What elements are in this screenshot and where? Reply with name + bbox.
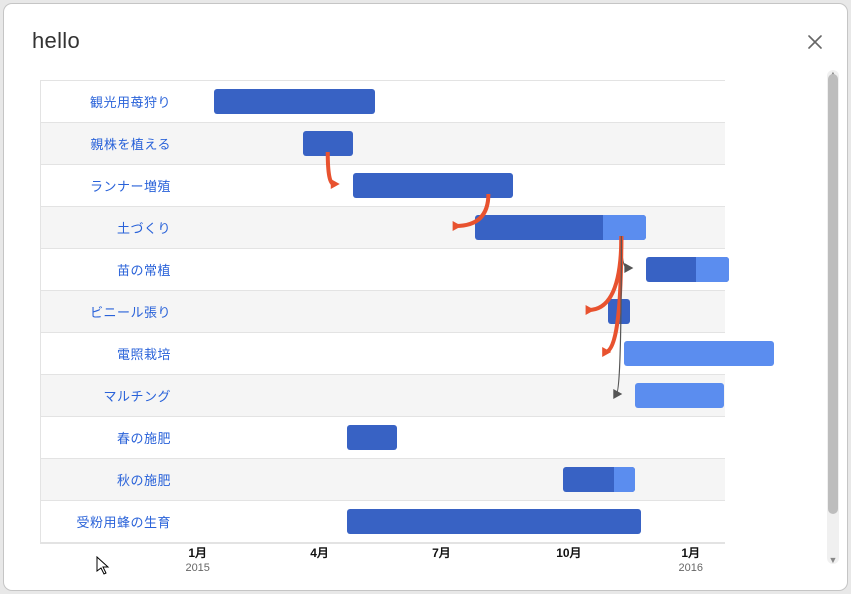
task-bar[interactable] bbox=[624, 341, 774, 366]
dialog-title: hello bbox=[32, 28, 80, 54]
chart-scroll-area[interactable]: 観光用苺狩り親株を植えるランナー増殖土づくり苗の常植ビニール張り電照栽培マルチン… bbox=[28, 70, 823, 576]
task-bar-area bbox=[181, 459, 725, 500]
task-bar[interactable] bbox=[214, 89, 375, 114]
time-axis: 1月2015 4月 7月 10月 1月2016 bbox=[170, 544, 724, 576]
dialog-frame: hello 観光用苺狩り親株を植えるランナー増殖土づくり苗の常植ビニール張り電照… bbox=[4, 4, 847, 590]
scrollbar[interactable]: ▲ ▼ bbox=[827, 70, 839, 564]
task-bar-area bbox=[181, 291, 725, 332]
gantt-row: 受粉用蜂の生育 bbox=[41, 501, 725, 543]
task-bar[interactable] bbox=[635, 383, 724, 408]
gantt-chart: 観光用苺狩り親株を植えるランナー増殖土づくり苗の常植ビニール張り電照栽培マルチン… bbox=[40, 80, 725, 544]
task-bar[interactable] bbox=[353, 173, 514, 198]
task-bar-remaining bbox=[696, 257, 729, 282]
task-bar-area bbox=[181, 249, 725, 290]
task-bar-remaining bbox=[614, 467, 636, 492]
gantt-row: 観光用苺狩り bbox=[41, 81, 725, 123]
task-bar[interactable] bbox=[347, 425, 397, 450]
gantt-row: 親株を植える bbox=[41, 123, 725, 165]
dialog-header: hello bbox=[4, 4, 847, 60]
task-bar-area bbox=[181, 165, 725, 206]
close-icon bbox=[808, 35, 822, 49]
task-bar-area bbox=[181, 81, 725, 122]
task-label[interactable]: 親株を植える bbox=[41, 123, 181, 164]
task-label[interactable]: 春の施肥 bbox=[41, 417, 181, 458]
task-label[interactable]: 観光用苺狩り bbox=[41, 81, 181, 122]
close-button[interactable] bbox=[801, 28, 829, 56]
task-label[interactable]: ビニール張り bbox=[41, 291, 181, 332]
task-bar[interactable] bbox=[646, 257, 729, 282]
gantt-row: ランナー増殖 bbox=[41, 165, 725, 207]
task-bar-area bbox=[181, 333, 725, 374]
task-bar[interactable] bbox=[347, 509, 641, 534]
task-bar[interactable] bbox=[608, 299, 630, 324]
gantt-row: 土づくり bbox=[41, 207, 725, 249]
task-bar-area bbox=[181, 123, 725, 164]
gantt-row: ビニール張り bbox=[41, 291, 725, 333]
task-bar[interactable] bbox=[563, 467, 635, 492]
task-bar-area bbox=[181, 375, 725, 416]
task-label[interactable]: 秋の施肥 bbox=[41, 459, 181, 500]
gantt-row: 秋の施肥 bbox=[41, 459, 725, 501]
task-bar[interactable] bbox=[475, 215, 647, 240]
task-bar-remaining bbox=[603, 215, 646, 240]
gantt-row: マルチング bbox=[41, 375, 725, 417]
task-label[interactable]: 受粉用蜂の生育 bbox=[41, 501, 181, 542]
scroll-down-icon[interactable]: ▼ bbox=[827, 554, 839, 566]
axis-tick: 10月 bbox=[556, 544, 581, 561]
axis-tick: 4月 bbox=[310, 544, 329, 561]
axis-tick: 1月2015 bbox=[185, 544, 209, 574]
axis-tick: 7月 bbox=[432, 544, 451, 561]
gantt-row: 苗の常植 bbox=[41, 249, 725, 291]
task-bar[interactable] bbox=[303, 131, 353, 156]
axis-tick: 1月2016 bbox=[679, 544, 703, 574]
task-bar-area bbox=[181, 501, 725, 542]
task-label[interactable]: 電照栽培 bbox=[41, 333, 181, 374]
task-bar-area bbox=[181, 417, 725, 458]
task-label[interactable]: ランナー増殖 bbox=[41, 165, 181, 206]
task-bar-area bbox=[181, 207, 725, 248]
task-label[interactable]: マルチング bbox=[41, 375, 181, 416]
task-label[interactable]: 土づくり bbox=[41, 207, 181, 248]
gantt-row: 春の施肥 bbox=[41, 417, 725, 459]
task-label[interactable]: 苗の常植 bbox=[41, 249, 181, 290]
scrollbar-thumb[interactable] bbox=[828, 74, 838, 514]
gantt-row: 電照栽培 bbox=[41, 333, 725, 375]
